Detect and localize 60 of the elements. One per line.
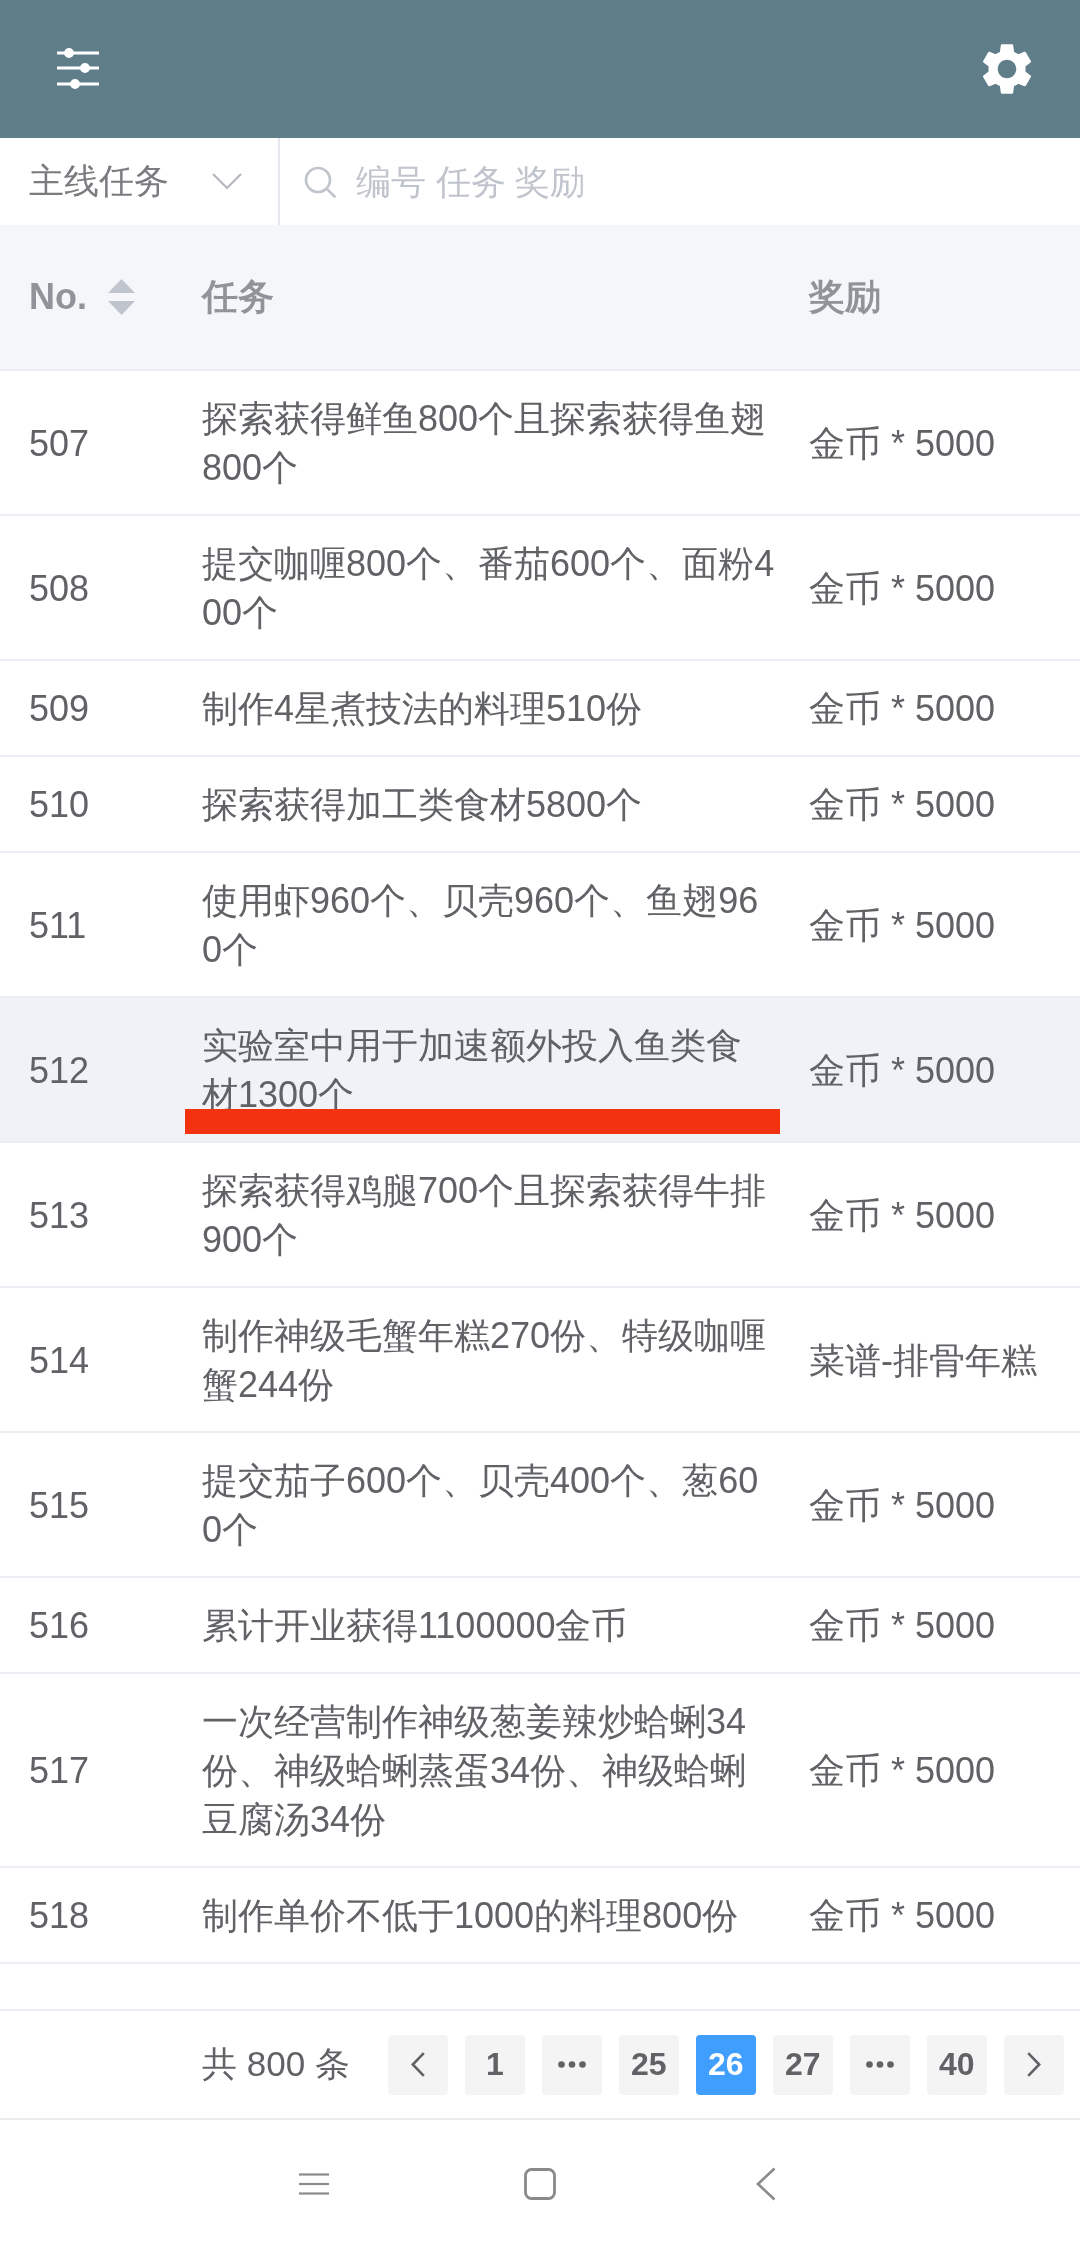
more-pages-button[interactable] xyxy=(849,2034,910,2095)
task-description-text: 制作4星煮技法的料理510份 xyxy=(202,687,643,731)
task-description-text: 制作神级毛蟹年糕270份、特级咖喱蟹244份 xyxy=(202,1314,768,1407)
task-description-text: 提交咖喱800个、番茄600个、面粉400个 xyxy=(202,542,776,635)
search-icon xyxy=(304,165,336,198)
reward-text: 金币 * 5000 xyxy=(809,904,996,946)
task-number-text: 514 xyxy=(29,1339,90,1381)
task-description-text: 制作单价不低于1000的料理800份 xyxy=(202,1894,739,1938)
chevron-left-icon xyxy=(410,2052,425,2077)
ellipsis-icon xyxy=(557,2061,586,2068)
task-description-text: 探索获得鸡腿700个且探索获得牛排900个 xyxy=(202,1169,768,1262)
settings-icon[interactable] xyxy=(982,43,1032,95)
task-number-text: 518 xyxy=(29,1895,90,1936)
task-number-text: 517 xyxy=(29,1750,90,1791)
reward-text: 金币 * 5000 xyxy=(809,1750,996,1791)
reward-text: 金币 * 5000 xyxy=(809,688,996,729)
home-icon[interactable] xyxy=(524,2168,556,2200)
back-icon[interactable] xyxy=(756,2167,776,2201)
task-number-text: 515 xyxy=(29,1484,90,1526)
task-description-text: 实验室中用于加速额外投入鱼类食材1300个 xyxy=(202,1024,743,1117)
task-description-text: 探索获得加工类食材5800个 xyxy=(202,783,643,827)
chevron-right-icon xyxy=(1026,2052,1041,2077)
task-number-text: 508 xyxy=(29,567,90,609)
reward-text: 金币 * 5000 xyxy=(809,1484,996,1526)
previous-page-button[interactable] xyxy=(387,2034,448,2095)
task-description-text: 使用虾960个、贝壳960个、鱼翅960个 xyxy=(202,879,760,972)
reward-text: 金币 * 5000 xyxy=(809,1194,996,1236)
reward-text: 菜谱-排骨年糕 xyxy=(809,1339,1037,1381)
task-number-text: 511 xyxy=(29,904,87,946)
reward-text: 金币 * 5000 xyxy=(809,1605,996,1646)
reward-text: 金币 * 5000 xyxy=(809,567,996,609)
chevron-down-icon xyxy=(212,173,242,190)
column-header: 任务 xyxy=(202,274,274,319)
menu-icon[interactable] xyxy=(299,2173,329,2195)
task-number-text: 507 xyxy=(29,422,90,464)
ellipsis-icon xyxy=(865,2061,894,2068)
page-button[interactable]: 27 xyxy=(772,2034,833,2095)
search-field[interactable]: 编号 任务 奖励 xyxy=(356,151,1056,212)
task-description-text: 探索获得鲜鱼800个且探索获得鱼翅800个 xyxy=(202,397,768,490)
task-number-text: 512 xyxy=(29,1049,90,1091)
sliders-icon[interactable] xyxy=(56,48,100,90)
reward-text: 金币 * 5000 xyxy=(809,784,996,825)
page-button[interactable]: 25 xyxy=(618,2034,679,2095)
reward-text: 金币 * 5000 xyxy=(809,422,996,464)
column-header: 奖励 xyxy=(809,274,881,319)
task-number-text: 513 xyxy=(29,1194,90,1236)
task-description-text: 累计开业获得1100000金币 xyxy=(202,1604,628,1648)
more-pages-button[interactable] xyxy=(541,2034,602,2095)
reward-text: 金币 * 5000 xyxy=(809,1895,996,1936)
page-button[interactable]: 1 xyxy=(464,2034,525,2095)
page-button[interactable]: 40 xyxy=(926,2034,987,2095)
task-number-text: 516 xyxy=(29,1605,90,1646)
task-description-text: 提交茄子600个、贝壳400个、葱600个 xyxy=(202,1459,760,1552)
task-number-text: 509 xyxy=(29,688,90,729)
next-page-button[interactable] xyxy=(1003,2034,1064,2095)
reward-text: 金币 * 5000 xyxy=(809,1049,996,1091)
table-row[interactable]: 512 实验室中用于加速额外投入鱼类食材1300个 金币 * 5000 xyxy=(0,998,1080,1143)
task-description-text: 一次经营制作神级葱姜辣炒蛤蜊34份、神级蛤蜊蒸蛋34份、神级蛤蜊豆腐汤34份 xyxy=(202,1700,748,1842)
task-number-text: 510 xyxy=(29,784,90,825)
total-count-text: 共 800 条 xyxy=(202,2043,350,2085)
